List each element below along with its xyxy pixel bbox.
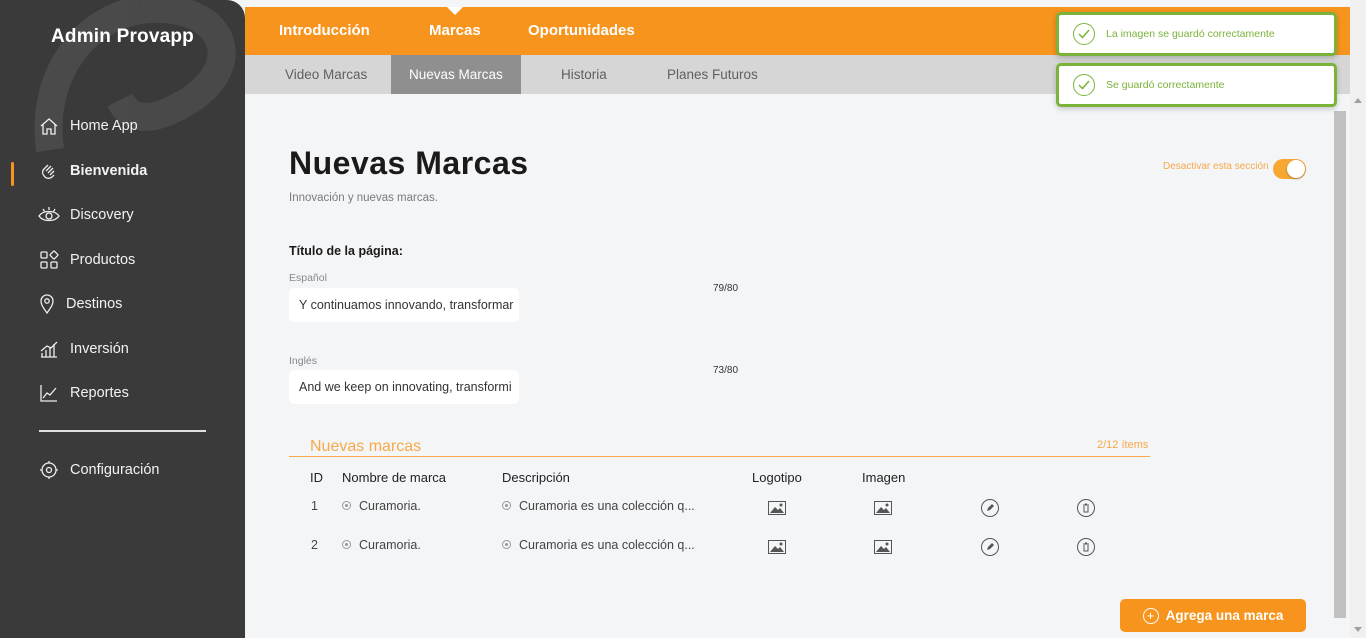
english-title-input[interactable]: And we keep on innovating, transformi: [289, 370, 519, 404]
subtab-historia[interactable]: Historia: [543, 55, 625, 94]
sidebar-item-bienvenida[interactable]: Bienvenida: [38, 158, 147, 184]
bullet-icon: [502, 501, 511, 511]
scrollbar[interactable]: [1350, 0, 1366, 638]
bullet-icon: [502, 540, 511, 550]
toast-message: La imagen se guardó correctamente: [1106, 28, 1275, 40]
spanish-char-counter: 79/80: [713, 283, 739, 294]
page-title: Nuevas Marcas: [289, 145, 529, 181]
section-toggle[interactable]: [1273, 159, 1306, 179]
sidebar-item-label: Configuración: [70, 462, 160, 478]
scrollbar-thumb[interactable]: [1334, 111, 1346, 618]
bullet-icon: [342, 540, 351, 550]
row-description: Curamoria es una colección q...: [502, 538, 695, 552]
sidebar-item-reportes[interactable]: Reportes: [38, 380, 129, 406]
english-char-counter: 73/80: [713, 365, 739, 376]
check-circle-icon: [1073, 23, 1095, 45]
toggle-knob: [1287, 160, 1305, 178]
spanish-field-label: Español: [289, 272, 327, 284]
success-toast: Se guardó correctamente: [1056, 63, 1337, 107]
sidebar-item-destinos[interactable]: Destinos: [38, 291, 122, 317]
brands-list-divider: [289, 456, 1150, 457]
waving-hand-icon: [38, 160, 60, 182]
toggle-label: Desactivar esta sección: [1163, 161, 1269, 172]
scroll-up-arrow-icon[interactable]: [1354, 98, 1362, 103]
sidebar-item-home-app[interactable]: Home App: [38, 113, 138, 139]
brands-list-count: 2/12 ítems: [1097, 439, 1149, 451]
add-brand-label: Agrega una marca: [1165, 608, 1284, 623]
image-icon[interactable]: [873, 498, 893, 518]
page-subtitle: Innovación y nuevas marcas.: [289, 192, 438, 204]
add-brand-button[interactable]: + Agrega una marca: [1120, 599, 1306, 632]
sidebar-item-label: Home App: [70, 118, 138, 134]
column-header-logo: Logotipo: [752, 470, 802, 485]
column-header-name: Nombre de marca: [342, 470, 447, 485]
column-header-description: Descripción: [502, 470, 570, 485]
page-title-section-label: Título de la página:: [289, 244, 403, 258]
line-chart-icon: [38, 382, 60, 404]
row-name: Curamoria.: [342, 538, 421, 552]
column-header-id: ID: [310, 470, 323, 485]
bar-growth-icon: [38, 338, 60, 360]
sidebar-item-label: Inversión: [70, 341, 129, 357]
delete-icon[interactable]: [1076, 498, 1096, 518]
logo-image-icon[interactable]: [767, 498, 787, 518]
sidebar-divider: [39, 430, 206, 432]
delete-icon[interactable]: [1076, 537, 1096, 557]
success-toast: La imagen se guardó correctamente: [1056, 12, 1337, 56]
sidebar-item-label: Discovery: [70, 207, 134, 223]
subtab-video-marcas[interactable]: Video Marcas: [267, 55, 385, 94]
active-indicator: [11, 162, 14, 186]
row-name: Curamoria.: [342, 499, 421, 513]
eye-icon: [38, 204, 60, 226]
logo-image-icon[interactable]: [767, 537, 787, 557]
edit-icon[interactable]: [980, 498, 1000, 518]
grid-icon: [38, 249, 60, 271]
sidebar-item-productos[interactable]: Productos: [38, 247, 135, 273]
gear-icon: [38, 459, 60, 481]
sidebar: Admin Provapp Home App Bienvenida Discov…: [0, 0, 245, 638]
row-id: 1: [311, 499, 318, 513]
active-tab-caret: [447, 7, 463, 15]
row-id: 2: [311, 538, 318, 552]
subtab-nuevas-marcas[interactable]: Nuevas Marcas: [391, 55, 521, 94]
plus-circle-icon: +: [1142, 607, 1159, 624]
english-field-label: Inglés: [289, 355, 318, 367]
sidebar-item-label: Reportes: [70, 385, 129, 401]
check-circle-icon: [1073, 74, 1095, 96]
subtab-planes-futuros[interactable]: Planes Futuros: [649, 55, 776, 94]
spanish-title-input[interactable]: Y continuamos innovando, transformar: [289, 288, 519, 322]
location-pin-icon: [38, 293, 56, 315]
sidebar-item-label: Destinos: [66, 296, 123, 312]
app-brand: Admin Provapp: [50, 26, 194, 47]
column-header-image: Imagen: [862, 470, 906, 485]
bullet-icon: [342, 501, 351, 511]
sidebar-item-discovery[interactable]: Discovery: [38, 202, 134, 228]
sidebar-item-label: Bienvenida: [70, 163, 148, 179]
edit-icon[interactable]: [980, 537, 1000, 557]
scroll-down-arrow-icon[interactable]: [1354, 627, 1362, 632]
image-icon[interactable]: [873, 537, 893, 557]
sidebar-item-label: Productos: [70, 252, 136, 268]
sidebar-item-configuracion[interactable]: Configuración: [38, 457, 159, 483]
tab-introduccion[interactable]: Introducción: [279, 22, 370, 39]
brands-list-title: Nuevas marcas: [310, 438, 422, 455]
toast-message: Se guardó correctamente: [1106, 79, 1225, 91]
tab-marcas[interactable]: Marcas: [429, 22, 481, 39]
tab-oportunidades[interactable]: Oportunidades: [528, 22, 635, 39]
sidebar-item-inversion[interactable]: Inversión: [38, 336, 129, 362]
row-description: Curamoria es una colección q...: [502, 499, 695, 513]
home-icon: [38, 115, 60, 137]
